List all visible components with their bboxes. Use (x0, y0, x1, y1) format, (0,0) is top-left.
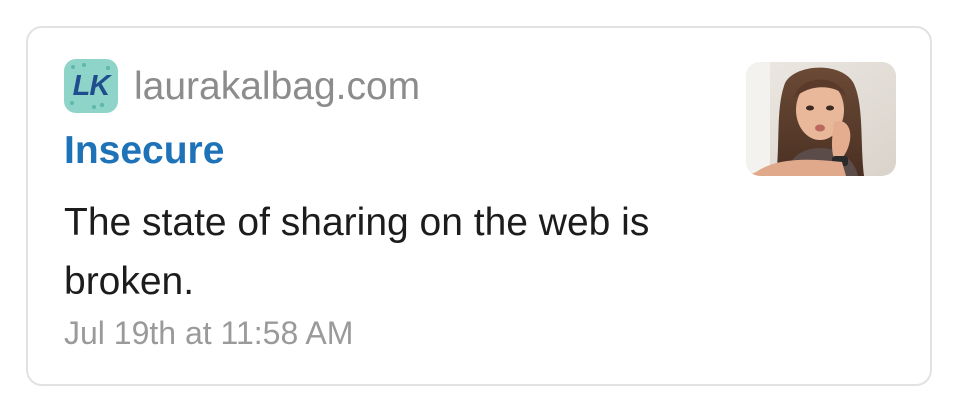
logo-text: LK (72, 69, 111, 102)
link-thumbnail-image[interactable] (746, 62, 896, 176)
author-photo-illustration (746, 62, 896, 176)
site-header: LK laurakalbag.com (64, 58, 420, 114)
link-unfurl-card[interactable]: LK laurakalbag.com Insecure The state of… (26, 26, 932, 386)
link-description: The state of sharing on the web is broke… (64, 201, 650, 303)
link-title[interactable]: Insecure (64, 128, 224, 175)
message-timestamp[interactable]: Jul 19th at 11:58 AM (64, 314, 353, 352)
site-domain[interactable]: laurakalbag.com (134, 67, 420, 106)
site-logo-icon: LK (64, 59, 118, 113)
